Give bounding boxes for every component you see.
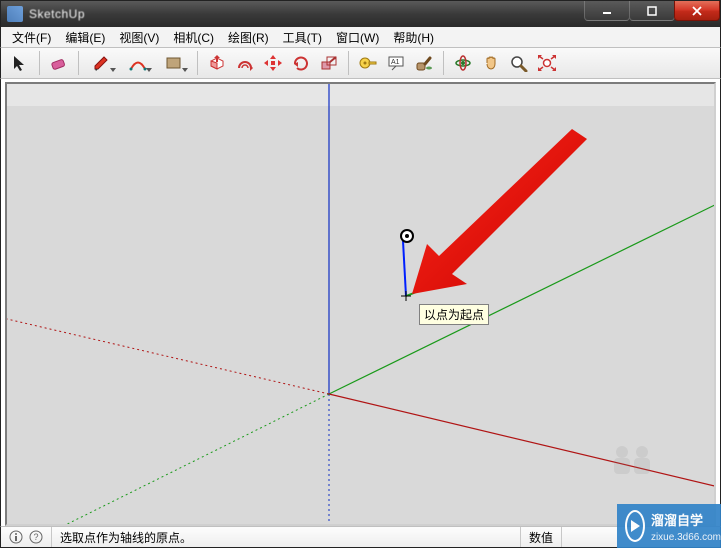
toolbar: A1 — [0, 47, 721, 79]
canvas-axes — [7, 84, 714, 524]
help-icon[interactable]: ? — [29, 530, 43, 544]
close-button[interactable] — [674, 1, 720, 21]
maximize-button[interactable] — [629, 1, 675, 21]
pan-tool[interactable] — [478, 50, 504, 76]
rotate-tool[interactable] — [288, 50, 314, 76]
menu-file[interactable]: 文件(F) — [5, 28, 58, 47]
watermark-url: zixue.3d66.com — [651, 532, 721, 543]
axis-origin-cursor-icon — [400, 229, 414, 243]
arc-tool[interactable] — [121, 50, 155, 76]
play-icon — [625, 510, 645, 542]
viewport[interactable]: 以点为起点 — [5, 82, 716, 526]
tape-tool[interactable] — [355, 50, 381, 76]
toolbar-separator — [197, 51, 198, 75]
move-tool[interactable] — [260, 50, 286, 76]
info-icon[interactable] — [9, 530, 23, 544]
chevron-down-icon — [110, 68, 116, 72]
shape-tool[interactable] — [157, 50, 191, 76]
menu-tools[interactable]: 工具(T) — [276, 28, 329, 47]
zoom-tool[interactable] — [506, 50, 532, 76]
offset-tool[interactable] — [232, 50, 258, 76]
menu-window[interactable]: 窗口(W) — [329, 28, 386, 47]
inference-tooltip: 以点为起点 — [419, 304, 489, 325]
menu-help[interactable]: 帮助(H) — [386, 28, 441, 47]
select-tool[interactable] — [7, 50, 33, 76]
menu-draw[interactable]: 绘图(R) — [221, 28, 276, 47]
toolbar-separator — [348, 51, 349, 75]
toolbar-separator — [443, 51, 444, 75]
viewport-frame: 以点为起点 — [0, 79, 721, 526]
menu-view[interactable]: 视图(V) — [112, 28, 166, 47]
pushpull-tool[interactable] — [204, 50, 230, 76]
watermark: 溜溜自学 zixue.3d66.com — [617, 504, 721, 548]
status-hint: 选取点作为轴线的原点。 — [52, 527, 521, 547]
minimize-button[interactable] — [584, 1, 630, 21]
status-icons: ? — [1, 527, 52, 547]
zoom-extents-tool[interactable] — [534, 50, 560, 76]
menu-camera[interactable]: 相机(C) — [166, 28, 221, 47]
toolbar-separator — [78, 51, 79, 75]
chevron-down-icon — [182, 68, 188, 72]
status-hint-text: 选取点作为轴线的原点。 — [60, 529, 192, 546]
window-controls — [585, 1, 720, 21]
paint-tool[interactable] — [411, 50, 437, 76]
app-icon — [7, 6, 23, 22]
svg-text:?: ? — [34, 532, 39, 542]
status-value-label: 数值 — [521, 527, 562, 547]
status-bar: ? 选取点作为轴线的原点。 数值 — [0, 526, 721, 548]
scale-tool[interactable] — [316, 50, 342, 76]
title-bar: SketchUp — [0, 0, 721, 27]
menu-edit[interactable]: 编辑(E) — [58, 28, 112, 47]
toolbar-separator — [39, 51, 40, 75]
watermark-title: 溜溜自学 — [651, 510, 721, 529]
pencil-tool[interactable] — [85, 50, 119, 76]
text-tool[interactable]: A1 — [383, 50, 409, 76]
window-title: SketchUp — [29, 7, 85, 21]
eraser-tool[interactable] — [46, 50, 72, 76]
svg-text:A1: A1 — [391, 59, 400, 66]
orbit-tool[interactable] — [450, 50, 476, 76]
menu-bar: 文件(F) 编辑(E) 视图(V) 相机(C) 绘图(R) 工具(T) 窗口(W… — [0, 27, 721, 47]
chevron-down-icon — [146, 68, 152, 72]
